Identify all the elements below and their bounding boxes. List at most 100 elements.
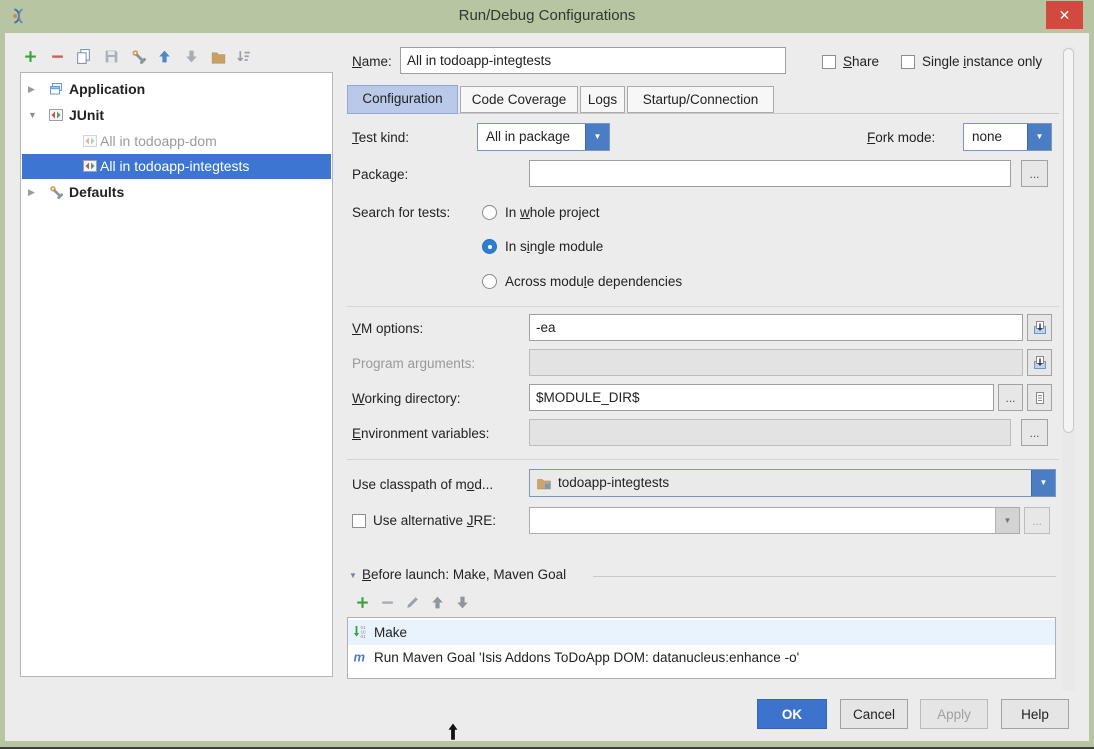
edit-defaults-icon [130,48,147,65]
radio-in-single-module[interactable] [482,239,497,254]
new-folder-button[interactable] [208,48,228,68]
copy-icon [75,48,92,65]
classpath-module-combobox[interactable]: todoapp-integtests ▼ [529,469,1056,497]
task-row-make[interactable]: 011001 Make [348,620,1055,645]
before-launch-remove-button[interactable] [377,594,397,614]
use-alternative-jre-checkbox[interactable] [352,514,366,528]
save-configuration-button[interactable] [101,48,121,68]
chevron-down-icon[interactable]: ▼ [28,103,42,128]
tree-item-label: Application [69,77,145,102]
before-launch-edit-button[interactable] [402,594,422,614]
module-icon [536,475,552,491]
tab-configuration[interactable]: Configuration [347,85,458,114]
window-title: Run/Debug Configurations [0,7,1094,24]
svg-text:01: 01 [361,634,367,639]
radio-across-module-dependencies[interactable] [482,274,497,289]
tree-item-defaults[interactable]: ▶ Defaults [22,180,331,205]
tab-startup-connection[interactable]: Startup/Connection [627,86,774,113]
task-label: Run Maven Goal 'Isis Addons ToDoApp DOM:… [374,645,799,670]
fork-mode-value: none [972,124,1002,150]
tab-code-coverage[interactable]: Code Coverage [460,86,578,113]
sort-alphabetically-button[interactable] [233,48,253,68]
maven-icon: m [352,649,368,665]
use-classpath-label: Use classpath of mod... [352,477,493,492]
remove-configuration-button[interactable] [47,48,67,68]
move-up-icon [429,594,446,611]
copy-configuration-button[interactable] [73,48,93,68]
environment-variables-input [529,419,1011,446]
radio-in-whole-project[interactable] [482,205,497,220]
test-kind-value: All in package [486,124,570,150]
vm-options-expand-button[interactable] [1027,314,1052,341]
vm-options-input[interactable] [529,314,1023,341]
tree-item-label: JUnit [69,103,104,128]
tree-item-all-in-todoapp-dom[interactable]: All in todoapp-dom [22,129,331,154]
package-input[interactable] [529,160,1011,187]
test-kind-combobox[interactable]: All in package ▼ [477,123,610,151]
search-for-tests-label: Search for tests: [352,205,450,220]
single-instance-checkbox[interactable] [901,55,915,69]
dropdown-arrow-icon[interactable]: ▼ [1027,124,1051,150]
help-button[interactable]: Help [1001,699,1069,729]
move-down-button[interactable] [181,48,201,68]
ellipsis-icon: ... [1005,391,1015,405]
mouse-cursor [446,722,460,742]
tree-item-junit[interactable]: ▼ JUnit [22,103,331,128]
move-up-button[interactable] [154,48,174,68]
classpath-module-value: todoapp-integtests [558,470,669,496]
tab-logs[interactable]: Logs [580,86,625,113]
fork-mode-label: Fork mode: [867,130,935,145]
collapse-triangle-icon[interactable]: ▼ [349,571,357,580]
dropdown-arrow-icon[interactable]: ▼ [585,124,609,150]
dropdown-arrow-icon[interactable]: ▼ [1031,470,1055,496]
before-launch-move-down-button[interactable] [452,594,472,614]
package-browse-button[interactable]: ... [1021,160,1048,187]
share-label: Share [843,54,879,69]
close-button[interactable]: ✕ [1046,1,1083,29]
task-label: Make [374,620,407,645]
separator [347,459,1059,460]
environment-variables-browse-button[interactable]: ... [1021,419,1048,446]
scrollbar-thumb[interactable] [1063,48,1074,433]
add-configuration-button[interactable] [20,48,40,68]
program-arguments-label: Program arguments: [352,356,475,371]
program-arguments-expand-button[interactable] [1027,349,1052,376]
vm-options-label: VM options: [352,321,423,336]
radio-across-module-dependencies-label: Across module dependencies [505,274,682,289]
chevron-right-icon[interactable]: ▶ [28,180,42,205]
dialog-body: ▶ Application ▼ JUnit All in todoapp-dom… [5,33,1089,741]
working-directory-input[interactable] [529,384,994,411]
before-launch-divider [593,576,1056,577]
move-down-icon [454,594,471,611]
chevron-right-icon[interactable]: ▶ [28,77,42,102]
move-down-icon [183,48,200,65]
before-launch-move-up-button[interactable] [427,594,447,614]
single-instance-label: Single instance only [922,54,1042,69]
tree-item-all-in-todoapp-integtests[interactable]: All in todoapp-integtests [22,154,331,179]
task-row-maven-goal[interactable]: m Run Maven Goal 'Isis Addons ToDoApp DO… [348,645,1055,670]
working-directory-browse-button[interactable]: ... [998,384,1023,411]
cancel-button[interactable]: Cancel [840,699,908,729]
edit-defaults-button[interactable] [128,48,148,68]
separator [347,306,1059,307]
fork-mode-combobox[interactable]: none ▼ [963,123,1052,151]
before-launch-add-button[interactable] [352,594,372,614]
make-icon: 011001 [352,624,368,640]
name-input[interactable] [400,47,786,74]
before-launch-title: Before launch: Make, Maven Goal [362,567,566,582]
ellipsis-icon: ... [1029,426,1039,440]
ellipsis-icon: ... [1032,514,1042,528]
junit-icon [48,107,64,123]
wrench-icon [48,184,64,200]
before-launch-task-list: 011001 Make m Run Maven Goal 'Isis Addon… [347,617,1056,679]
remove-icon [379,594,396,611]
share-checkbox[interactable] [822,55,836,69]
title-bar[interactable]: Run/Debug Configurations ✕ [0,0,1094,33]
radio-in-single-module-label: In single module [505,239,603,254]
dropdown-arrow-icon: ▼ [995,508,1019,533]
ok-button[interactable]: OK [757,699,827,729]
tree-item-application[interactable]: ▶ Application [22,77,331,102]
insert-macro-button[interactable] [1027,384,1052,411]
tree-item-label: Defaults [69,180,124,205]
tab-label: Code Coverage [472,92,567,107]
